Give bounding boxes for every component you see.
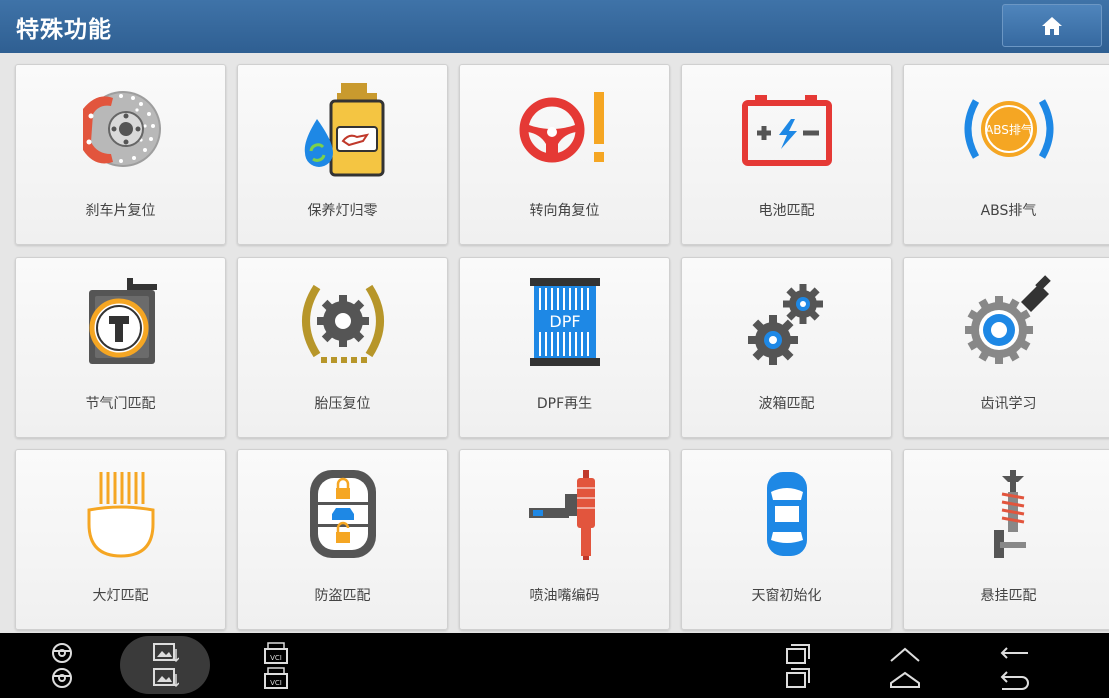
- tile-dpf-regeneration[interactable]: DPF DPF再生: [459, 257, 670, 438]
- title-bar: 特殊功能: [0, 0, 1109, 53]
- tile-sunroof-initialization[interactable]: 天窗初始化: [681, 449, 892, 630]
- tile-label: 防盗匹配: [314, 588, 371, 604]
- vci-button[interactable]: VCI VCI: [258, 638, 294, 694]
- tire-pressure-icon: [301, 284, 384, 363]
- tile-label: 波箱匹配: [758, 396, 815, 412]
- tile-label: 胎压复位: [314, 396, 371, 412]
- home-nav-icon: [890, 647, 920, 688]
- tile-headlight-matching[interactable]: 大灯匹配: [15, 449, 226, 630]
- home-nav-button[interactable]: [885, 638, 925, 694]
- recent-apps-icon: [786, 644, 810, 688]
- tile-label: 电池匹配: [758, 203, 815, 219]
- steering-wheel-button[interactable]: [44, 638, 80, 694]
- brake-disc-icon: [82, 91, 161, 167]
- tile-label: DPF再生: [536, 396, 593, 412]
- tile-label: 天窗初始化: [751, 588, 822, 604]
- headlight-icon: [87, 472, 154, 558]
- tile-label: 节气门匹配: [85, 396, 156, 412]
- abs-icon: ABS排气: [964, 99, 1053, 159]
- tile-tpms-reset[interactable]: 胎压复位: [237, 257, 448, 438]
- immobilizer-icon: [309, 470, 376, 558]
- vci-text: VCI: [270, 679, 282, 687]
- throttle-icon: [88, 278, 157, 364]
- vci-icon: VCI VCI: [264, 642, 288, 689]
- page-title: 特殊功能: [16, 17, 112, 43]
- recent-apps-button[interactable]: [778, 638, 818, 694]
- tile-abs-bleeding[interactable]: ABS排气 ABS排气: [903, 64, 1109, 245]
- oil-reset-icon: [304, 83, 384, 177]
- tile-battery-matching[interactable]: 电池匹配: [681, 64, 892, 245]
- tile-label: 齿讯学习: [980, 396, 1037, 412]
- tile-suspension-matching[interactable]: 悬挂匹配: [903, 449, 1109, 630]
- tile-injector-coding[interactable]: 喷油嘴编码: [459, 449, 670, 630]
- dpf-icon: DPF: [529, 278, 600, 366]
- tile-label: 大灯匹配: [92, 588, 149, 604]
- tile-label: 转向角复位: [529, 203, 600, 219]
- battery-icon: [741, 95, 832, 166]
- tile-brake-pad-reset[interactable]: 刹车片复位: [15, 64, 226, 245]
- tile-maintenance-light-reset[interactable]: 保养灯归零: [237, 64, 448, 245]
- abs-badge-text: ABS排气: [985, 122, 1033, 137]
- back-button[interactable]: [995, 638, 1035, 694]
- tile-label: ABS排气: [980, 203, 1037, 219]
- injector-icon: [528, 470, 595, 560]
- screenshot-icon: [153, 643, 179, 688]
- dpf-badge-text: DPF: [549, 312, 580, 331]
- home-button[interactable]: [1002, 4, 1102, 47]
- tooth-signal-icon: [964, 275, 1051, 364]
- tile-label: 喷油嘴编码: [529, 588, 600, 604]
- tile-label: 悬挂匹配: [980, 588, 1037, 604]
- tile-throttle-matching[interactable]: 节气门匹配: [15, 257, 226, 438]
- home-icon: [1042, 16, 1062, 35]
- sunroof-icon: [766, 472, 807, 556]
- steering-wheel-icon: [52, 643, 72, 688]
- tile-label: 刹车片复位: [85, 203, 156, 219]
- function-grid: 刹车片复位 保养灯归零 转向角复位 电池匹配 ABS排气 ABS排气 节气门匹配…: [0, 53, 1109, 633]
- screenshot-button[interactable]: [145, 638, 185, 694]
- back-icon: [1000, 647, 1029, 690]
- tile-immobilizer-matching[interactable]: 防盗匹配: [237, 449, 448, 630]
- suspension-icon: [993, 470, 1026, 558]
- steering-warning-icon: [519, 92, 604, 163]
- gears-icon: [747, 284, 823, 365]
- vci-text: VCI: [270, 654, 282, 662]
- tile-gearbox-matching[interactable]: 波箱匹配: [681, 257, 892, 438]
- tile-steering-angle-reset[interactable]: 转向角复位: [459, 64, 670, 245]
- tile-tooth-learning[interactable]: 齿讯学习: [903, 257, 1109, 438]
- tile-label: 保养灯归零: [307, 203, 378, 219]
